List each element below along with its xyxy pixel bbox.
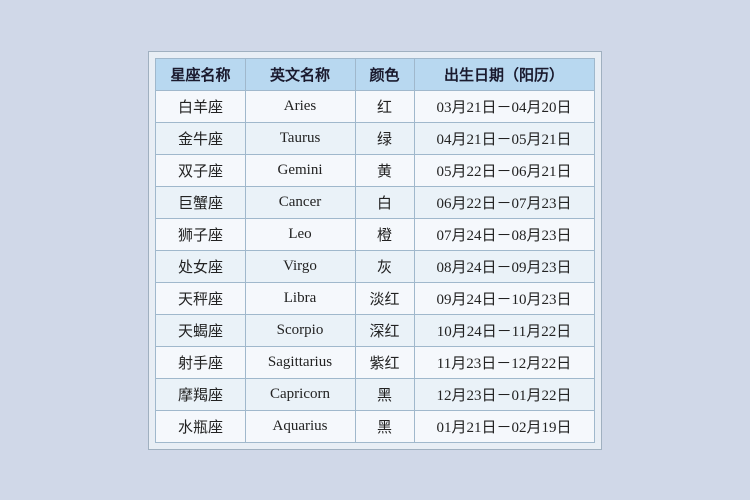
- cell-english: Cancer: [245, 186, 355, 218]
- cell-date: 05月22日－06月21日: [414, 154, 594, 186]
- cell-color: 黑: [355, 378, 414, 410]
- cell-english: Leo: [245, 218, 355, 250]
- header-chinese: 星座名称: [156, 58, 245, 90]
- cell-chinese: 双子座: [156, 154, 245, 186]
- cell-english: Gemini: [245, 154, 355, 186]
- table-row: 摩羯座Capricorn黑12月23日－01月22日: [156, 378, 594, 410]
- cell-date: 09月24日－10月23日: [414, 282, 594, 314]
- cell-color: 灰: [355, 250, 414, 282]
- cell-date: 08月24日－09月23日: [414, 250, 594, 282]
- table-row: 金牛座Taurus绿04月21日－05月21日: [156, 122, 594, 154]
- table-header-row: 星座名称 英文名称 颜色 出生日期（阳历）: [156, 58, 594, 90]
- cell-color: 深红: [355, 314, 414, 346]
- cell-english: Libra: [245, 282, 355, 314]
- cell-chinese: 天蝎座: [156, 314, 245, 346]
- cell-date: 11月23日－12月22日: [414, 346, 594, 378]
- cell-english: Capricorn: [245, 378, 355, 410]
- cell-english: Sagittarius: [245, 346, 355, 378]
- cell-chinese: 天秤座: [156, 282, 245, 314]
- cell-chinese: 水瓶座: [156, 410, 245, 442]
- cell-color: 红: [355, 90, 414, 122]
- cell-chinese: 射手座: [156, 346, 245, 378]
- table-row: 处女座Virgo灰08月24日－09月23日: [156, 250, 594, 282]
- header-date: 出生日期（阳历）: [414, 58, 594, 90]
- cell-chinese: 金牛座: [156, 122, 245, 154]
- cell-date: 10月24日－11月22日: [414, 314, 594, 346]
- cell-english: Aquarius: [245, 410, 355, 442]
- cell-color: 白: [355, 186, 414, 218]
- cell-chinese: 巨蟹座: [156, 186, 245, 218]
- cell-chinese: 狮子座: [156, 218, 245, 250]
- table-row: 双子座Gemini黄05月22日－06月21日: [156, 154, 594, 186]
- cell-english: Scorpio: [245, 314, 355, 346]
- cell-date: 01月21日－02月19日: [414, 410, 594, 442]
- table-row: 水瓶座Aquarius黑01月21日－02月19日: [156, 410, 594, 442]
- header-color: 颜色: [355, 58, 414, 90]
- cell-date: 06月22日－07月23日: [414, 186, 594, 218]
- cell-english: Taurus: [245, 122, 355, 154]
- cell-chinese: 处女座: [156, 250, 245, 282]
- cell-color: 紫红: [355, 346, 414, 378]
- cell-color: 橙: [355, 218, 414, 250]
- zodiac-table: 星座名称 英文名称 颜色 出生日期（阳历） 白羊座Aries红03月21日－04…: [155, 58, 594, 443]
- table-row: 白羊座Aries红03月21日－04月20日: [156, 90, 594, 122]
- cell-color: 黄: [355, 154, 414, 186]
- header-english: 英文名称: [245, 58, 355, 90]
- cell-date: 12月23日－01月22日: [414, 378, 594, 410]
- cell-chinese: 白羊座: [156, 90, 245, 122]
- cell-english: Virgo: [245, 250, 355, 282]
- cell-date: 03月21日－04月20日: [414, 90, 594, 122]
- table-row: 天秤座Libra淡红09月24日－10月23日: [156, 282, 594, 314]
- cell-color: 绿: [355, 122, 414, 154]
- zodiac-table-container: 星座名称 英文名称 颜色 出生日期（阳历） 白羊座Aries红03月21日－04…: [148, 51, 601, 450]
- cell-date: 07月24日－08月23日: [414, 218, 594, 250]
- cell-color: 黑: [355, 410, 414, 442]
- table-row: 天蝎座Scorpio深红10月24日－11月22日: [156, 314, 594, 346]
- table-row: 射手座Sagittarius紫红11月23日－12月22日: [156, 346, 594, 378]
- cell-english: Aries: [245, 90, 355, 122]
- table-row: 巨蟹座Cancer白06月22日－07月23日: [156, 186, 594, 218]
- table-row: 狮子座Leo橙07月24日－08月23日: [156, 218, 594, 250]
- cell-color: 淡红: [355, 282, 414, 314]
- cell-date: 04月21日－05月21日: [414, 122, 594, 154]
- cell-chinese: 摩羯座: [156, 378, 245, 410]
